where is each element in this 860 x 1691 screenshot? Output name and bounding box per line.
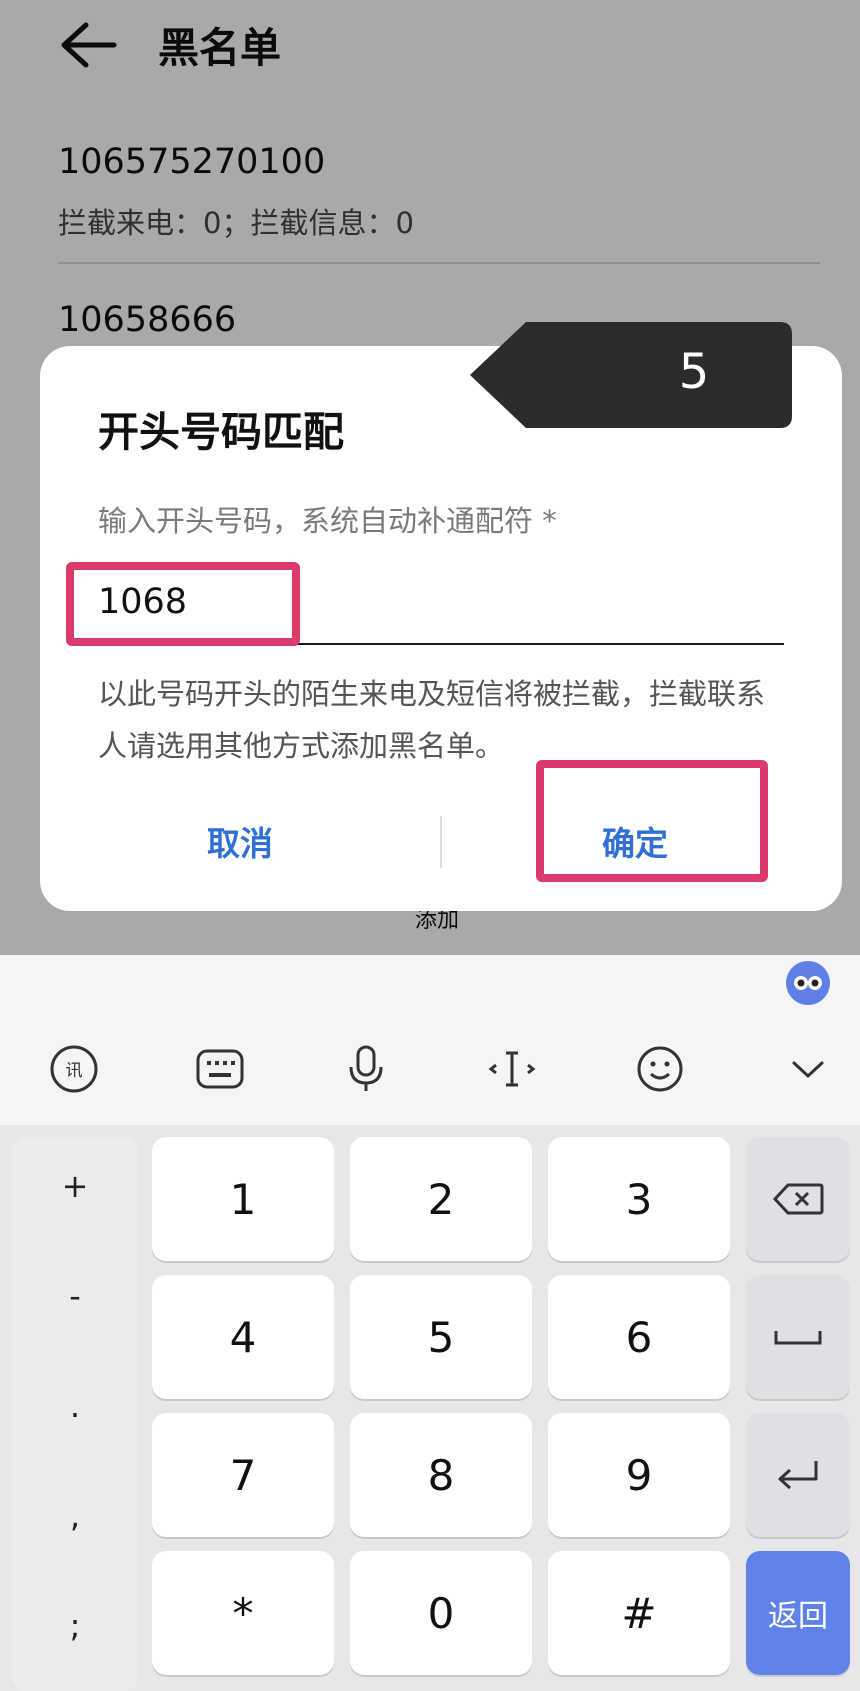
symbol-dot[interactable]: .	[12, 1387, 138, 1425]
microphone-icon[interactable]	[340, 1043, 392, 1095]
step-number: 5	[678, 344, 710, 400]
enter-icon	[778, 1461, 818, 1490]
prefix-match-dialog: 开头号码匹配 输入开头号码，系统自动补通配符 * 1068 以此号码开头的陌生来…	[40, 346, 842, 911]
key-0[interactable]: 0	[350, 1551, 532, 1675]
key-area: + - . , ; 1 2 3 4 5 6 7 8 9 * 0 # 返回	[0, 1125, 860, 1691]
button-divider	[440, 816, 442, 868]
symbol-comma[interactable]: ,	[12, 1497, 138, 1535]
backspace-key[interactable]	[746, 1137, 850, 1261]
return-key[interactable]: 返回	[746, 1551, 850, 1675]
symbol-minus[interactable]: -	[12, 1277, 138, 1315]
space-icon	[774, 1331, 822, 1345]
key-2[interactable]: 2	[350, 1137, 532, 1261]
symbol-semicolon[interactable]: ;	[12, 1607, 138, 1645]
dialog-title: 开头号码匹配	[98, 408, 344, 456]
backspace-icon	[772, 1183, 824, 1215]
keyboard-toolbar: 讯	[0, 1015, 860, 1125]
key-4[interactable]: 4	[152, 1275, 334, 1399]
key-5[interactable]: 5	[350, 1275, 532, 1399]
keyboard-icon[interactable]	[194, 1043, 246, 1095]
numeric-keyboard: 讯 + - . , ; 1 2 3 4 5 6 7 8 9 * 0 # 返回	[0, 955, 860, 1691]
input-highlight-box	[66, 562, 300, 646]
step-badge: 5	[470, 322, 792, 428]
enter-key[interactable]	[746, 1413, 850, 1537]
emoji-icon[interactable]	[634, 1043, 686, 1095]
cursor-move-icon[interactable]	[486, 1043, 538, 1095]
voice-ai-icon[interactable]: 讯	[48, 1043, 100, 1095]
key-1[interactable]: 1	[152, 1137, 334, 1261]
space-key[interactable]	[746, 1275, 850, 1399]
dialog-description: 以此号码开头的陌生来电及短信将被拦截，拦截联系人请选用其他方式添加黑名单。	[98, 677, 766, 763]
confirm-highlight-box	[536, 760, 768, 882]
key-hash[interactable]: #	[548, 1551, 730, 1675]
symbol-plus[interactable]: +	[12, 1167, 138, 1205]
input-hint: 输入开头号码，系统自动补通配符 *	[98, 504, 557, 538]
key-9[interactable]: 9	[548, 1413, 730, 1537]
key-6[interactable]: 6	[548, 1275, 730, 1399]
assistant-avatar-icon[interactable]	[786, 961, 830, 1005]
key-3[interactable]: 3	[548, 1137, 730, 1261]
key-8[interactable]: 8	[350, 1413, 532, 1537]
key-star[interactable]: *	[152, 1551, 334, 1675]
collapse-keyboard-icon[interactable]	[782, 1043, 834, 1095]
svg-text:讯: 讯	[66, 1061, 83, 1081]
symbol-column[interactable]: + - . , ;	[12, 1137, 138, 1691]
key-7[interactable]: 7	[152, 1413, 334, 1537]
cancel-button[interactable]: 取消	[100, 806, 380, 876]
